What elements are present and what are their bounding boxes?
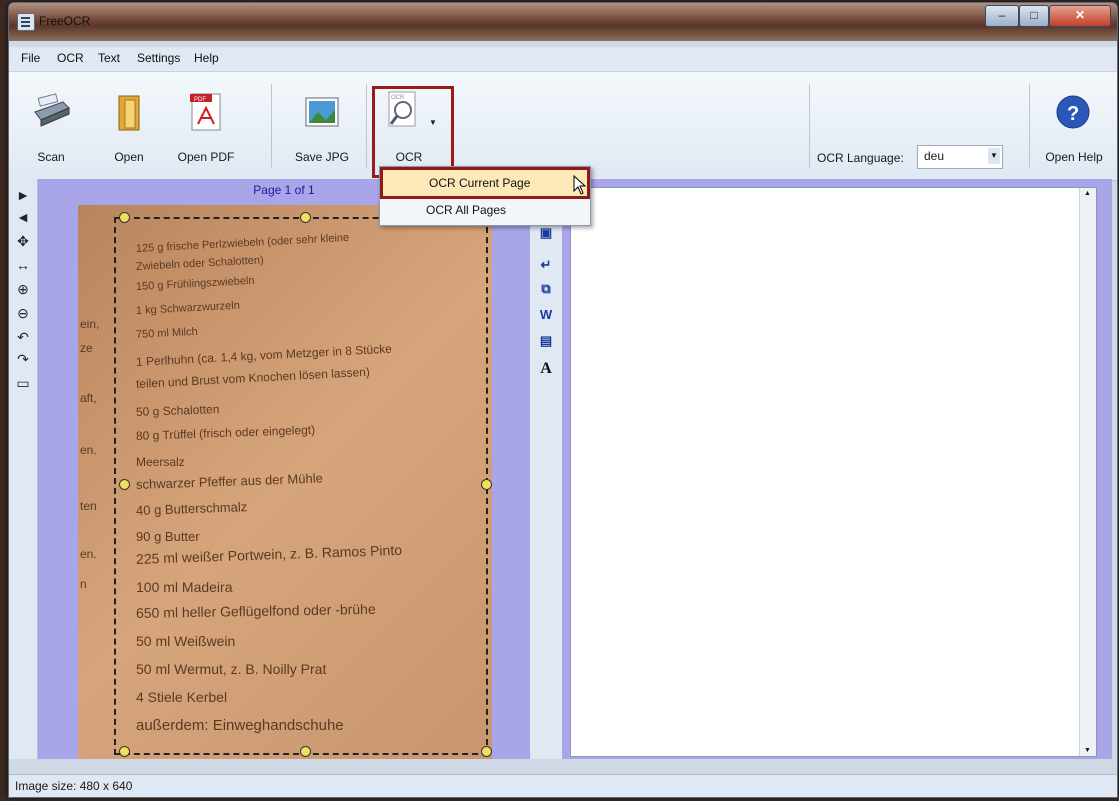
ocr-language-label: OCR Language: [817,151,904,165]
menu-help[interactable]: Help [194,51,219,65]
ocr-button-highlight [372,86,454,178]
scroll-down-icon[interactable]: ▼ [1084,747,1091,754]
selection-handle[interactable] [481,746,492,757]
image-icon [305,97,339,127]
svg-text:PDF: PDF [194,97,206,103]
rotate-right-icon[interactable]: ↷ [15,351,31,367]
text-tools-sidebar: ▣ ↵ ⧉ W ▤ A [530,179,562,759]
open-pdf-label: Open PDF [177,150,235,164]
ocr-language-select[interactable]: deu ▼ [917,145,1003,169]
ocr-current-page-item[interactable]: OCR Current Page [380,167,590,199]
ocr-all-pages-item[interactable]: OCR All Pages [380,197,590,223]
scan-button[interactable]: Scan [19,82,83,172]
menu-ocr[interactable]: OCR [57,51,84,65]
folder-open-icon [118,95,140,131]
ocr-dropdown-menu: OCR Current Page OCR All Pages [379,166,591,226]
zoom-out-icon[interactable]: ⊖ [15,305,31,321]
chevron-down-icon[interactable]: ▼ [988,148,1000,164]
menu-file[interactable]: File [21,51,40,65]
image-pane: Page 1 of 1 ein, ze aft, en. ten en. n 1… [38,179,530,759]
selection-rectangle[interactable] [114,217,488,755]
maximize-button[interactable]: □ [1019,5,1049,27]
minimize-button[interactable]: – [985,5,1019,27]
image-size-status: Image size: 480 x 640 [15,779,133,793]
menu-text[interactable]: Text [98,51,120,65]
image-tools-sidebar: ► ◄ ✥ ↔ ⊕ ⊖ ↶ ↷ ▭ [9,179,38,759]
scan-margin-text: ze [80,341,93,355]
vertical-scrollbar[interactable]: ▲ ▼ [1079,188,1096,756]
status-bar: Image size: 480 x 640 [9,774,1117,797]
next-page-icon[interactable]: ► [15,187,31,203]
zoom-in-icon[interactable]: ⊕ [15,281,31,297]
menu-bar: File OCR Text Settings Help [9,47,1117,71]
copy-icon[interactable]: ⧉ [538,281,554,297]
text-pane: ▲ ▼ [562,179,1112,759]
fit-width-icon[interactable]: ↔ [15,257,31,273]
open-help-button[interactable]: ? Open Help [1039,82,1109,172]
toolbar-separator [809,84,810,168]
scroll-up-icon[interactable]: ▲ [1084,190,1091,197]
open-help-label: Open Help [1045,150,1103,164]
select-region-icon[interactable]: ▭ [15,375,31,391]
selection-handle[interactable] [119,479,130,490]
selection-handle[interactable] [300,746,311,757]
ocr-text-output[interactable]: ▲ ▼ [570,187,1097,757]
scan-label: Scan [37,150,65,164]
window-title: FreeOCR [39,14,91,28]
open-label: Open [114,150,144,164]
open-pdf-button[interactable]: PDF Open PDF [171,82,241,172]
app-window: FreeOCR – □ ✕ File OCR Text Settings Hel… [8,2,1118,798]
rotate-left-icon[interactable]: ↶ [15,329,31,345]
scan-margin-text: n [80,577,87,591]
toolbar-separator [271,84,272,168]
word-export-icon[interactable]: W [538,307,554,323]
help-icon: ? [1056,95,1090,129]
move-icon[interactable]: ✥ [15,233,31,249]
scan-margin-text: ten [80,499,97,513]
close-button[interactable]: ✕ [1049,5,1111,27]
toolbar-separator [366,84,367,168]
selection-handle[interactable] [300,212,311,223]
svg-text:?: ? [1067,103,1079,125]
line-break-icon[interactable]: ↵ [538,257,554,273]
pdf-icon: PDF [190,93,221,131]
font-icon[interactable]: A [538,361,554,377]
mouse-cursor-icon [573,175,587,195]
ocr-language-value: deu [924,149,945,163]
scan-margin-text: en. [80,443,97,457]
selection-handle[interactable] [481,479,492,490]
selection-handle[interactable] [119,212,130,223]
menu-settings[interactable]: Settings [137,51,180,65]
scan-margin-text: ein, [80,317,100,331]
open-button[interactable]: Open [97,82,161,172]
save-jpg-button[interactable]: Save JPG [287,82,357,172]
app-icon [17,13,35,31]
scan-margin-text: en. [80,547,97,561]
selection-handle[interactable] [119,746,130,757]
scanner-icon [34,93,70,127]
toolbar-separator [1029,84,1030,168]
save-text-icon[interactable]: ▣ [538,225,554,241]
title-bar: FreeOCR – □ ✕ [9,3,1117,41]
save-jpg-label: Save JPG [294,150,350,164]
scan-margin-text: aft, [80,391,97,405]
previous-page-icon[interactable]: ◄ [15,209,31,225]
toolbar: Scan Open PDF Open PDF Save JPG OCR ▼ OC… [9,71,1117,181]
text-export-icon[interactable]: ▤ [538,333,554,349]
